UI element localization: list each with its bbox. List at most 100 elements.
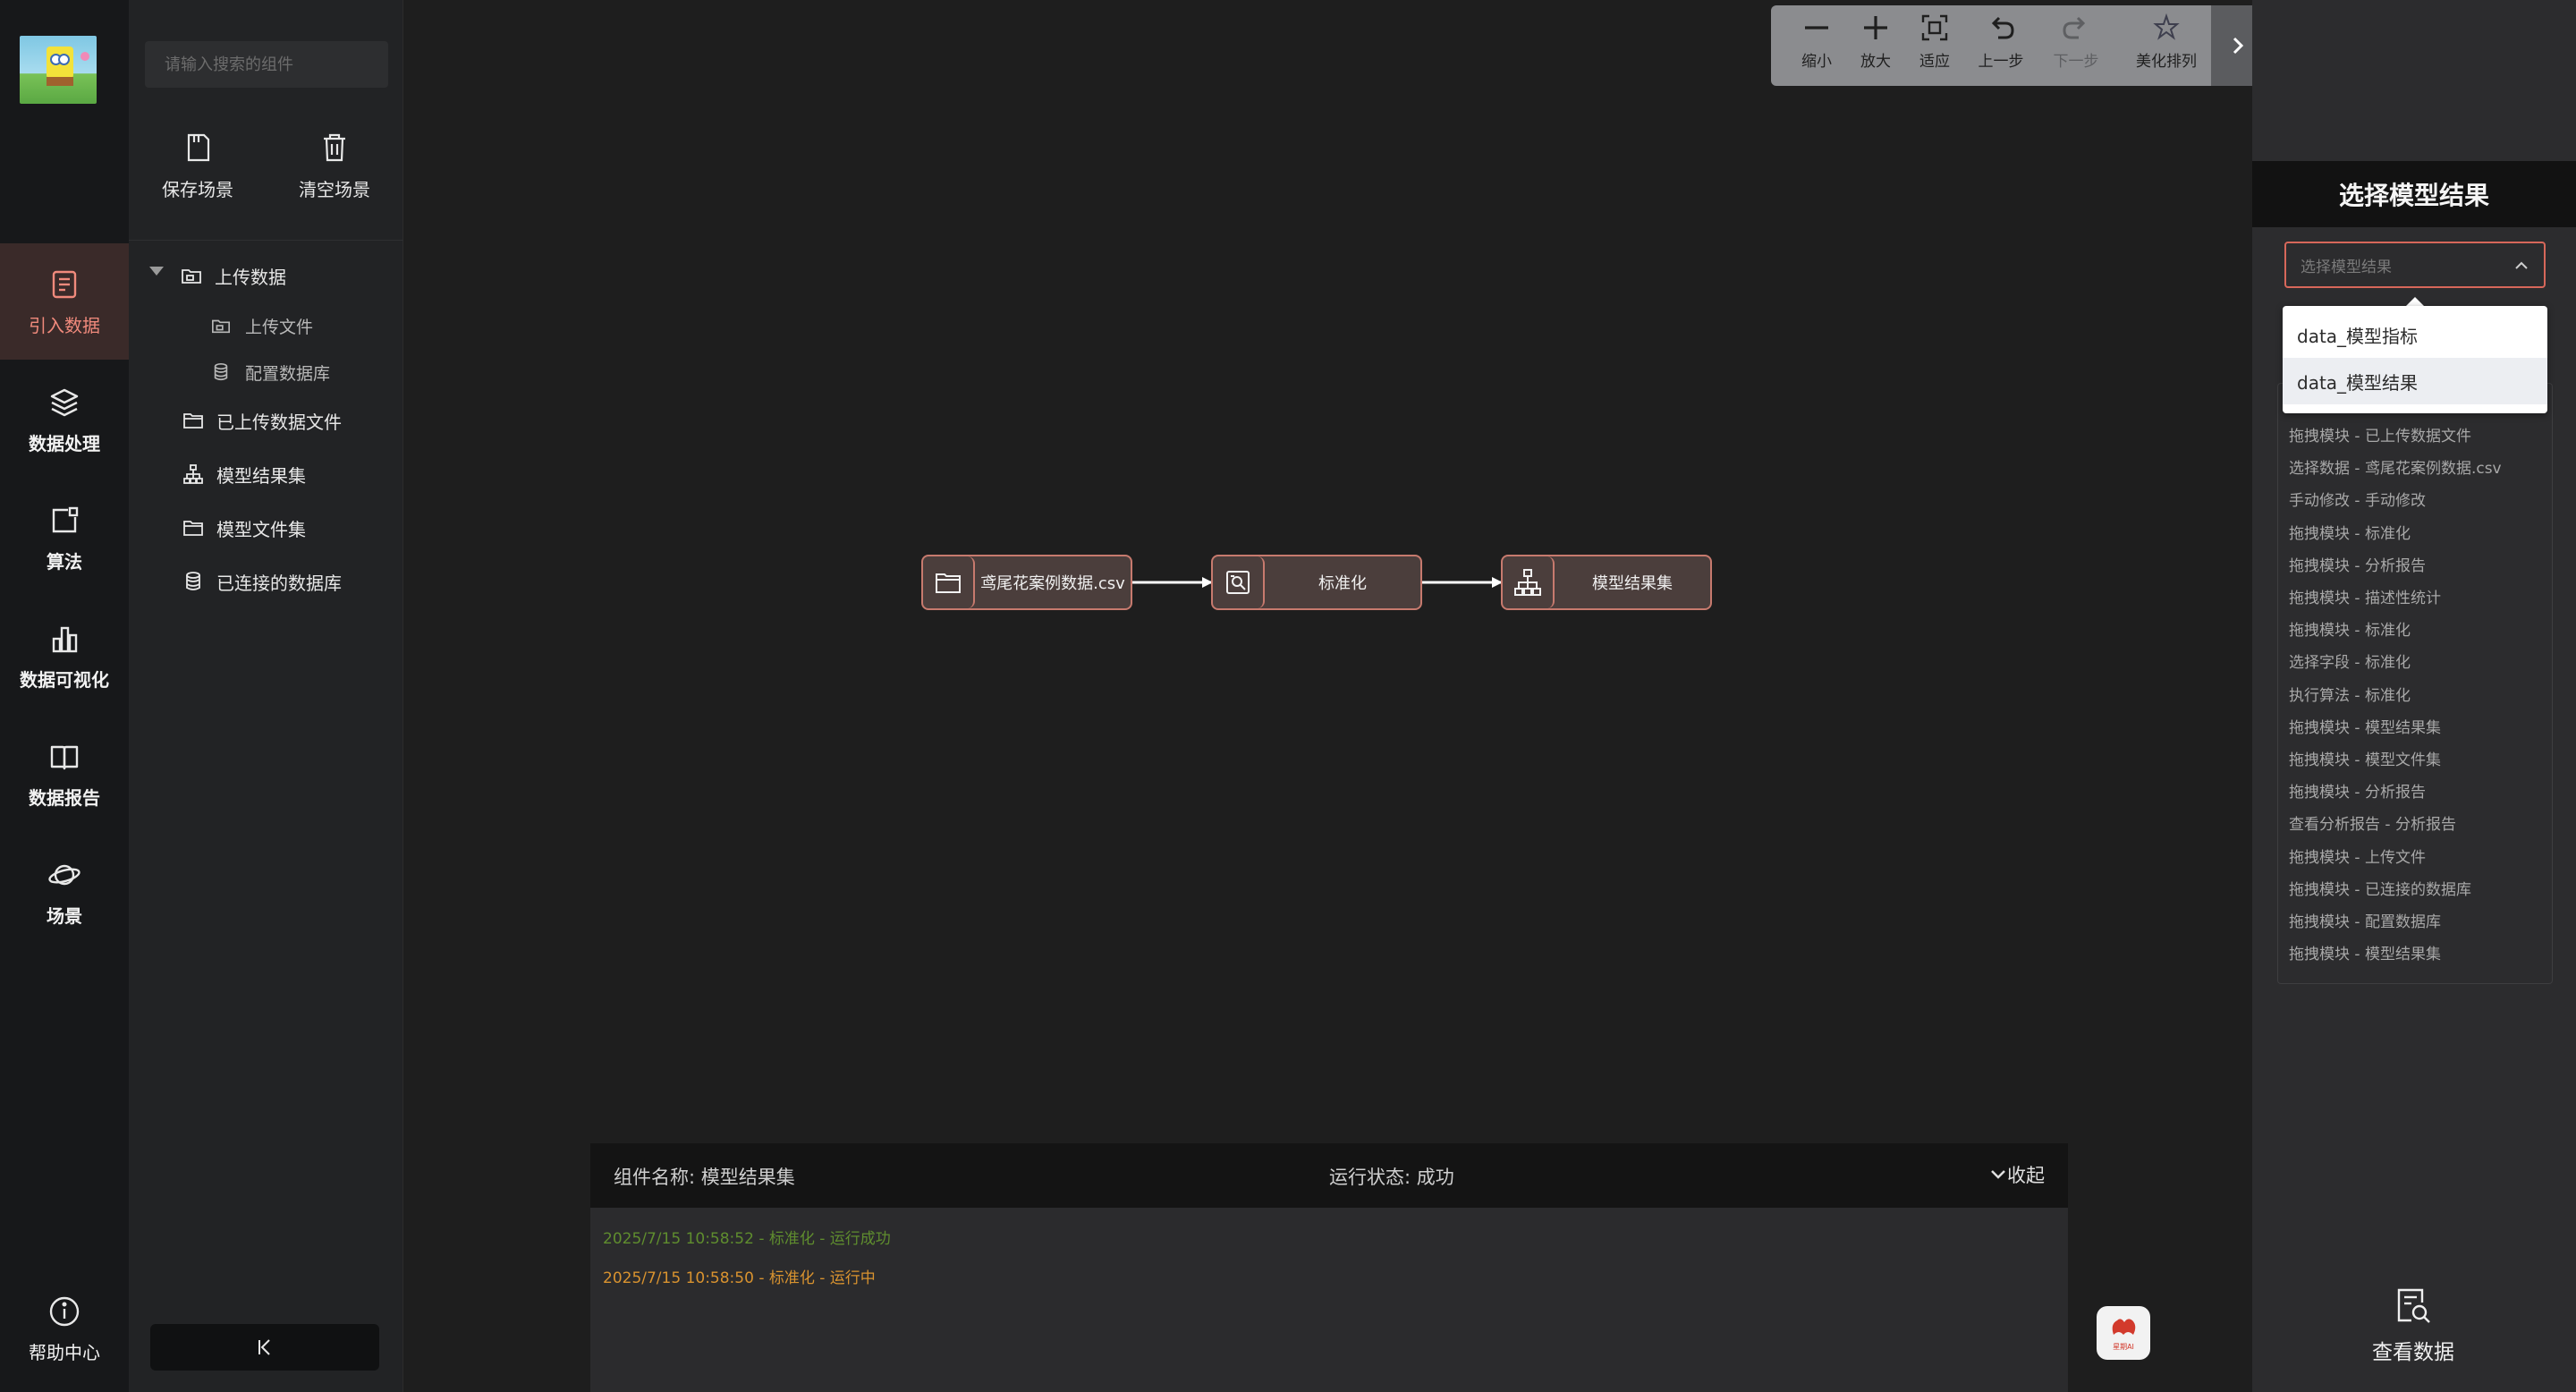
log-header: 组件名称: 模型结果集 运行状态: 成功 收起 <box>590 1143 2068 1208</box>
database-icon <box>186 572 200 590</box>
select-placeholder: 选择模型结果 <box>2301 258 2392 276</box>
fit-screen-icon <box>1921 14 1948 41</box>
planet-icon <box>48 864 80 885</box>
tree-item-label: 上传文件 <box>245 317 314 337</box>
flow-node-data-file[interactable]: 鸢尾花案例数据.csv <box>921 555 1132 610</box>
node-icon-box <box>1503 556 1555 608</box>
history-item: 手动修改 - 手动修改 <box>2289 492 2426 511</box>
zoom-in-button[interactable]: 放大 <box>1844 13 1907 79</box>
model-result-select[interactable]: 选择模型结果 <box>2284 242 2546 288</box>
ai-badge-label: 星期AI <box>2113 1342 2134 1351</box>
history-item: 拖拽模块 - 已上传数据文件 <box>2289 428 2471 446</box>
history-item: 拖拽模块 - 描述性统计 <box>2289 590 2441 607</box>
history-item: 执行算法 - 标准化 <box>2289 686 2411 705</box>
history-item: 拖拽模块 - 配置数据库 <box>2289 913 2441 931</box>
hierarchy-icon <box>1514 569 1541 596</box>
toolbar-label: 放大 <box>1860 53 1891 71</box>
tree-item-upload-data[interactable]: 上传数据 <box>181 256 286 295</box>
ai-logo-icon <box>2112 1318 2136 1335</box>
undo-icon <box>1991 16 2014 39</box>
info-icon <box>49 1296 80 1326</box>
search-document-icon <box>1226 571 1250 594</box>
history-item: 拖拽模块 - 标准化 <box>2289 524 2411 543</box>
tree-item-label: 已连接的数据库 <box>216 572 342 594</box>
tree-item-upload-file[interactable]: 上传文件 <box>211 306 313 345</box>
tree-item-label: 上传数据 <box>215 266 286 288</box>
history-item: 拖拽模块 - 模型结果集 <box>2289 718 2441 737</box>
tree-item-model-files[interactable]: 模型文件集 <box>182 508 306 547</box>
history-item: 拖拽模块 - 分析报告 <box>2289 784 2426 802</box>
tree-item-uploaded-files[interactable]: 已上传数据文件 <box>182 401 342 440</box>
nav-label: 场景 <box>47 904 82 927</box>
redo-icon <box>2063 16 2086 39</box>
book-icon <box>50 745 79 769</box>
collapse-panel-button[interactable] <box>150 1324 379 1371</box>
chevron-down-icon[interactable] <box>149 267 164 276</box>
history-item: 拖拽模块 - 已连接的数据库 <box>2289 880 2471 899</box>
chevron-down-icon <box>1991 1170 2005 1179</box>
component-search-input[interactable] <box>145 41 388 88</box>
collapse-left-icon <box>258 1339 270 1355</box>
log-line: 2025/7/15 10:58:50 - 标准化 - 运行中 <box>603 1269 876 1287</box>
zoom-out-button[interactable]: 缩小 <box>1785 13 1848 79</box>
tree-item-config-db[interactable]: 配置数据库 <box>211 352 330 392</box>
run-log-panel: 组件名称: 模型结果集 运行状态: 成功 收起 2025/7/15 10:58:… <box>590 1143 2068 1392</box>
dropdown-pointer <box>2406 297 2424 306</box>
import-data-icon <box>52 270 77 298</box>
nav-item-scene[interactable]: 场景 <box>0 834 129 950</box>
nav-label: 引入数据 <box>29 314 100 336</box>
avatar[interactable] <box>20 36 97 104</box>
collapse-label: 收起 <box>2007 1165 2045 1186</box>
chevron-right-icon <box>2233 37 2244 55</box>
save-icon <box>187 133 210 162</box>
dropdown-option[interactable]: data_模型指标 <box>2283 311 2547 358</box>
nav-label: 数据处理 <box>29 432 100 454</box>
layers-icon <box>50 388 79 416</box>
save-scene-label: 保存场景 <box>162 179 233 200</box>
fit-view-button[interactable]: 适应 <box>1903 13 1966 79</box>
history-item: 拖拽模块 - 模型文件集 <box>2289 751 2441 769</box>
tree-item-label: 已上传数据文件 <box>216 411 342 433</box>
folder-upload-icon <box>182 269 201 284</box>
redo-button[interactable]: 下一步 <box>2045 13 2107 79</box>
flow-node-label: 模型结果集 <box>1592 574 1673 593</box>
tree-item-connected-db[interactable]: 已连接的数据库 <box>182 562 342 601</box>
beautify-layout-button[interactable]: 美化排列 <box>2132 13 2200 79</box>
view-data-label: 查看数据 <box>2372 1341 2454 1364</box>
undo-button[interactable]: 上一步 <box>1970 13 2032 79</box>
nav-item-data-processing[interactable]: 数据处理 <box>0 361 129 478</box>
magic-star-icon <box>2153 13 2180 40</box>
dropdown-option[interactable]: data_模型结果 <box>2283 358 2547 404</box>
nav-label: 数据报告 <box>29 786 100 809</box>
folder-upload-icon <box>212 319 230 334</box>
view-data-button[interactable]: 查看数据 <box>2360 1285 2467 1365</box>
toolbar-label: 适应 <box>1919 53 1950 71</box>
toolbar-label: 上一步 <box>1978 53 2024 71</box>
toolbar-label: 缩小 <box>1801 53 1832 71</box>
clear-scene-button[interactable]: 清空场景 <box>276 131 393 211</box>
nav-item-import-data[interactable]: 引入数据 <box>0 243 129 360</box>
nav-item-visualization[interactable]: 数据可视化 <box>0 598 129 714</box>
nav-item-algorithm[interactable]: 算法 <box>0 480 129 596</box>
flow-node-label: 标准化 <box>1318 574 1367 593</box>
log-line: 2025/7/15 10:58:52 - 标准化 - 运行成功 <box>603 1230 891 1248</box>
operation-history-list[interactable]: 拖拽模块 - 已上传数据文件 选择数据 - 鸢尾花案例数据.csv 手动修改 - 手… <box>2277 383 2553 984</box>
tree-item-label: 配置数据库 <box>245 363 331 384</box>
flow-node-standardize[interactable]: 标准化 <box>1211 555 1422 610</box>
save-scene-button[interactable]: 保存场景 <box>140 131 256 211</box>
help-center-button[interactable]: 帮助中心 <box>0 1270 129 1387</box>
ai-assistant-button[interactable]: 星期AI <box>2097 1306 2150 1360</box>
component-panel: 保存场景 清空场景 上传数据 上传文件 配置数据库 已上传数据文件 <box>129 0 403 1392</box>
history-item: 拖拽模块 - 上传文件 <box>2289 848 2426 867</box>
component-name-text: 组件名称: 模型结果集 <box>614 1167 795 1188</box>
algorithm-icon <box>52 506 79 532</box>
chevron-up-icon <box>2515 261 2528 269</box>
run-status-text: 运行状态: 成功 <box>1329 1167 1454 1188</box>
history-item: 查看分析报告 - 分析报告 <box>2289 816 2456 835</box>
flow-node-label: 鸢尾花案例数据.csv <box>980 574 1125 593</box>
log-collapse-button[interactable]: 收起 <box>1989 1161 2045 1188</box>
flow-node-model-results[interactable]: 模型结果集 <box>1501 555 1712 610</box>
tree-item-model-results[interactable]: 模型结果集 <box>182 454 306 494</box>
database-icon <box>214 363 228 381</box>
nav-item-report[interactable]: 数据报告 <box>0 716 129 832</box>
